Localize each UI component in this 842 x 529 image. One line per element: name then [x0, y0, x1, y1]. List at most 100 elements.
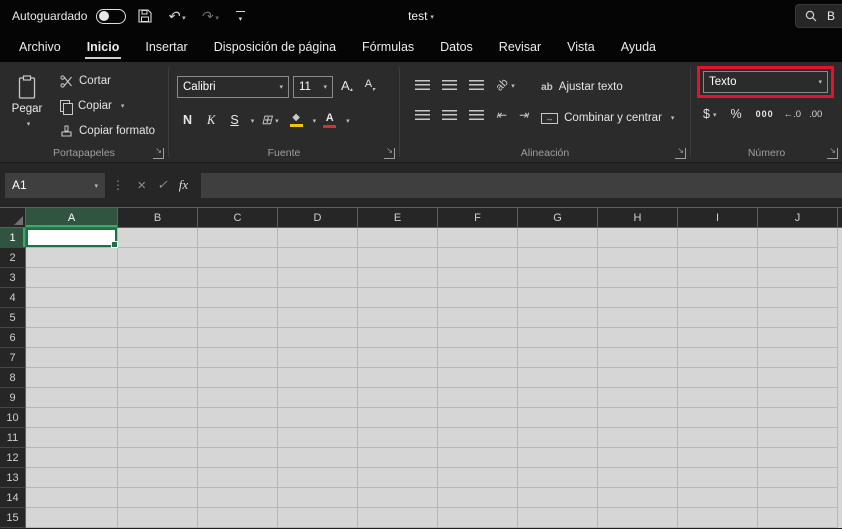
- cell-B12[interactable]: [118, 448, 198, 468]
- cell-J10[interactable]: [758, 408, 838, 428]
- cell-E14[interactable]: [358, 488, 438, 508]
- cell-D9[interactable]: [278, 388, 358, 408]
- cell-E11[interactable]: [358, 428, 438, 448]
- cell-A3[interactable]: [26, 268, 118, 288]
- cell-B1[interactable]: [118, 228, 198, 248]
- fill-color-button[interactable]: ◆: [286, 112, 307, 128]
- cell-H6[interactable]: [598, 328, 678, 348]
- cell-E6[interactable]: [358, 328, 438, 348]
- cell-J2[interactable]: [758, 248, 838, 268]
- cut-button[interactable]: Cortar: [60, 70, 155, 92]
- cell-C6[interactable]: [198, 328, 278, 348]
- cell-I13[interactable]: [678, 468, 758, 488]
- align-bottom-button[interactable]: [464, 77, 489, 94]
- column-header-G[interactable]: G: [518, 208, 598, 227]
- column-header-A[interactable]: A: [26, 208, 118, 227]
- cell-H11[interactable]: [598, 428, 678, 448]
- cell-F10[interactable]: [438, 408, 518, 428]
- cell-C7[interactable]: [198, 348, 278, 368]
- select-all-button[interactable]: [0, 208, 26, 227]
- align-left-button[interactable]: [410, 107, 435, 124]
- row-header-14[interactable]: 14: [0, 488, 26, 508]
- cell-I3[interactable]: [678, 268, 758, 288]
- cell-F7[interactable]: [438, 348, 518, 368]
- cell-B3[interactable]: [118, 268, 198, 288]
- cell-G5[interactable]: [518, 308, 598, 328]
- cell-F9[interactable]: [438, 388, 518, 408]
- row-header-5[interactable]: 5: [0, 308, 26, 328]
- number-format-combo[interactable]: Texto: [703, 71, 828, 93]
- cell-D6[interactable]: [278, 328, 358, 348]
- cell-F4[interactable]: [438, 288, 518, 308]
- cell-C10[interactable]: [198, 408, 278, 428]
- tab-vista[interactable]: Vista: [554, 32, 608, 62]
- cell-J14[interactable]: [758, 488, 838, 508]
- cell-G6[interactable]: [518, 328, 598, 348]
- cell-H10[interactable]: [598, 408, 678, 428]
- cell-J8[interactable]: [758, 368, 838, 388]
- tab-datos[interactable]: Datos: [427, 32, 486, 62]
- cell-I11[interactable]: [678, 428, 758, 448]
- row-header-3[interactable]: 3: [0, 268, 26, 288]
- cell-D3[interactable]: [278, 268, 358, 288]
- cell-F11[interactable]: [438, 428, 518, 448]
- cell-I9[interactable]: [678, 388, 758, 408]
- cell-J4[interactable]: [758, 288, 838, 308]
- cell-F2[interactable]: [438, 248, 518, 268]
- cell-D15[interactable]: [278, 508, 358, 528]
- decrease-decimal-button[interactable]: .00: [807, 107, 824, 122]
- cell-F8[interactable]: [438, 368, 518, 388]
- cell-A11[interactable]: [26, 428, 118, 448]
- row-header-6[interactable]: 6: [0, 328, 26, 348]
- enter-button[interactable]: [152, 177, 173, 193]
- cell-E4[interactable]: [358, 288, 438, 308]
- cancel-button[interactable]: [131, 177, 152, 194]
- percent-format-button[interactable]: %: [726, 105, 745, 123]
- cell-C5[interactable]: [198, 308, 278, 328]
- cell-G15[interactable]: [518, 508, 598, 528]
- cell-H3[interactable]: [598, 268, 678, 288]
- tab-archivo[interactable]: Archivo: [6, 32, 74, 62]
- orientation-button[interactable]: ab: [491, 75, 520, 95]
- cell-J7[interactable]: [758, 348, 838, 368]
- cell-H13[interactable]: [598, 468, 678, 488]
- cell-A7[interactable]: [26, 348, 118, 368]
- cell-D12[interactable]: [278, 448, 358, 468]
- cell-B8[interactable]: [118, 368, 198, 388]
- cell-E15[interactable]: [358, 508, 438, 528]
- cell-B2[interactable]: [118, 248, 198, 268]
- column-header-B[interactable]: B: [118, 208, 198, 227]
- cell-D5[interactable]: [278, 308, 358, 328]
- cell-D2[interactable]: [278, 248, 358, 268]
- underline-button[interactable]: S: [224, 111, 244, 129]
- cell-B9[interactable]: [118, 388, 198, 408]
- cell-A6[interactable]: [26, 328, 118, 348]
- cell-F5[interactable]: [438, 308, 518, 328]
- undo-button[interactable]: [164, 6, 188, 27]
- font-color-button[interactable]: A: [319, 112, 340, 129]
- cell-H7[interactable]: [598, 348, 678, 368]
- wrap-text-button[interactable]: ab Ajustar texto: [541, 76, 674, 98]
- cell-H1[interactable]: [598, 228, 678, 248]
- cell-B5[interactable]: [118, 308, 198, 328]
- cell-H4[interactable]: [598, 288, 678, 308]
- cell-B14[interactable]: [118, 488, 198, 508]
- cell-C14[interactable]: [198, 488, 278, 508]
- cell-D4[interactable]: [278, 288, 358, 308]
- row-header-2[interactable]: 2: [0, 248, 26, 268]
- cell-H14[interactable]: [598, 488, 678, 508]
- cell-B6[interactable]: [118, 328, 198, 348]
- cell-G4[interactable]: [518, 288, 598, 308]
- increase-decimal-button[interactable]: ←.0: [782, 107, 803, 122]
- cell-I7[interactable]: [678, 348, 758, 368]
- cell-H9[interactable]: [598, 388, 678, 408]
- cell-J9[interactable]: [758, 388, 838, 408]
- cell-B7[interactable]: [118, 348, 198, 368]
- row-header-12[interactable]: 12: [0, 448, 26, 468]
- cell-E1[interactable]: [358, 228, 438, 248]
- cell-F14[interactable]: [438, 488, 518, 508]
- comma-format-button[interactable]: 000: [752, 107, 778, 121]
- cell-G1[interactable]: [518, 228, 598, 248]
- column-header-H[interactable]: H: [598, 208, 678, 227]
- cell-E8[interactable]: [358, 368, 438, 388]
